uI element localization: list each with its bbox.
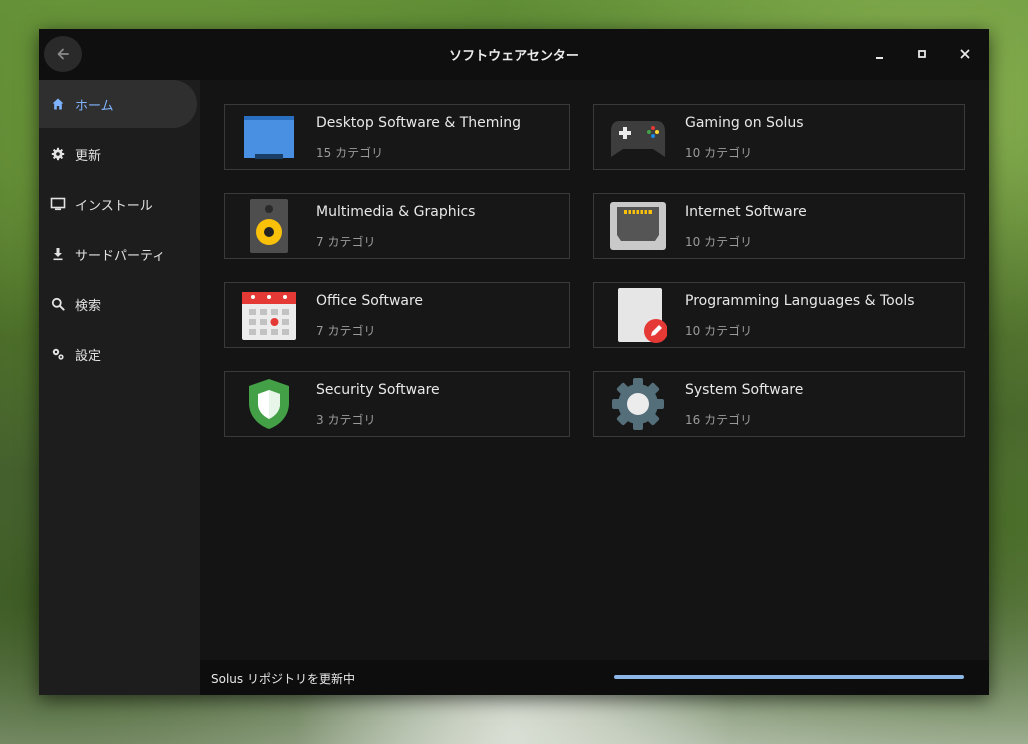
sidebar-item-search[interactable]: 検索 xyxy=(39,280,197,328)
category-title: Office Software xyxy=(316,293,424,309)
monitor-icon xyxy=(49,195,67,213)
sidebar-item-label: ホーム xyxy=(75,98,114,114)
sidebar-item-installed[interactable]: インストール xyxy=(39,180,197,228)
sidebar-item-settings[interactable]: 設定 xyxy=(39,330,197,378)
category-count: 16 カテゴリ xyxy=(685,413,753,427)
sidebar-item-third-party[interactable]: サードパーティ xyxy=(39,230,197,278)
category-card-gaming[interactable]: Gaming on Solus 10 カテゴリ xyxy=(593,104,965,170)
minimize-button[interactable] xyxy=(869,43,891,65)
category-title: Desktop Software & Theming xyxy=(316,115,522,131)
sidebar-item-label: サードパーティ xyxy=(75,248,166,264)
shield-icon xyxy=(239,378,299,430)
speaker-icon xyxy=(239,199,299,253)
maximize-icon xyxy=(918,50,926,58)
close-button[interactable] xyxy=(954,43,976,65)
category-title: Programming Languages & Tools xyxy=(685,293,915,309)
calendar-icon xyxy=(239,289,299,341)
category-count: 7 カテゴリ xyxy=(316,235,376,249)
category-card-desktop[interactable]: Desktop Software & Theming 15 カテゴリ xyxy=(224,104,570,170)
sidebar-item-label: インストール xyxy=(75,198,153,214)
sidebar-item-updates[interactable]: 更新 xyxy=(39,130,197,178)
category-title: Security Software xyxy=(316,382,440,398)
category-title: Gaming on Solus xyxy=(685,115,804,131)
category-title: Internet Software xyxy=(685,204,807,220)
category-title: Multimedia & Graphics xyxy=(316,204,476,220)
home-icon xyxy=(49,95,67,113)
category-count: 7 カテゴリ xyxy=(316,324,376,338)
category-grid: Desktop Software & Theming 15 カテゴリ Gamin… xyxy=(200,80,989,660)
category-count: 3 カテゴリ xyxy=(316,413,376,427)
ethernet-icon xyxy=(608,200,668,252)
folder-icon xyxy=(239,111,299,163)
category-count: 10 カテゴリ xyxy=(685,146,753,160)
category-count: 10 カテゴリ xyxy=(685,324,753,338)
category-count: 15 カテゴリ xyxy=(316,146,384,160)
category-card-programming[interactable]: Programming Languages & Tools 10 カテゴリ xyxy=(593,282,965,348)
titlebar: ソフトウェアセンター xyxy=(39,29,989,80)
sidebar-item-label: 検索 xyxy=(75,298,102,314)
app-window: ソフトウェアセンター ホーム 更新 インストール サードパーティ 検索 設定 D… xyxy=(39,29,989,695)
close-icon xyxy=(960,49,970,59)
gear-icon xyxy=(49,145,67,163)
window-title: ソフトウェアセンター xyxy=(449,49,579,64)
status-text: Solus リポジトリを更新中 xyxy=(211,672,355,686)
sidebar-item-label: 設定 xyxy=(75,348,102,364)
category-card-office[interactable]: Office Software 7 カテゴリ xyxy=(224,282,570,348)
code-edit-icon xyxy=(608,288,668,343)
category-card-security[interactable]: Security Software 3 カテゴリ xyxy=(224,371,570,437)
search-icon xyxy=(49,295,67,313)
category-card-system[interactable]: System Software 16 カテゴリ xyxy=(593,371,965,437)
status-bar: Solus リポジトリを更新中 xyxy=(200,660,989,695)
maximize-button[interactable] xyxy=(911,43,933,65)
category-card-multimedia[interactable]: Multimedia & Graphics 7 カテゴリ xyxy=(224,193,570,259)
settings-icon xyxy=(49,345,67,363)
category-count: 10 カテゴリ xyxy=(685,235,753,249)
category-card-internet[interactable]: Internet Software 10 カテゴリ xyxy=(593,193,965,259)
sidebar-item-label: 更新 xyxy=(75,148,102,164)
minimize-icon xyxy=(876,57,883,59)
system-gear-icon xyxy=(608,378,668,430)
sidebar: ホーム 更新 インストール サードパーティ 検索 設定 xyxy=(39,80,200,695)
sidebar-item-home[interactable]: ホーム xyxy=(39,80,197,128)
progress-bar xyxy=(614,675,964,679)
gamepad-icon xyxy=(608,111,668,163)
category-title: System Software xyxy=(685,382,804,398)
progress-fill xyxy=(614,675,964,679)
download-icon xyxy=(49,245,67,263)
